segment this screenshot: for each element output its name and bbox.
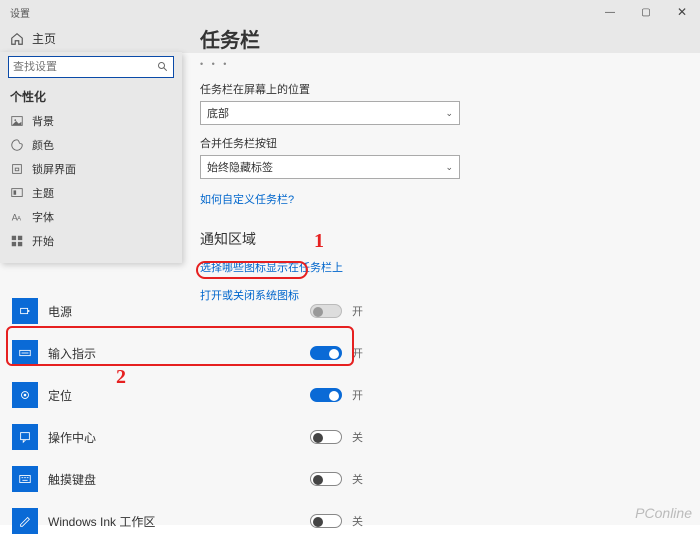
keyboard-icon [12, 340, 38, 366]
sidebar-item-fonts[interactable]: AA 字体 [8, 205, 174, 229]
close-button[interactable]: ✕ [664, 0, 700, 24]
list-item-input: 输入指示 开 [10, 332, 370, 374]
toggle-label: 输入指示 [48, 345, 300, 362]
position-select[interactable]: 底部 ⌄ [200, 101, 460, 125]
sidebar-item-label: 开始 [32, 233, 54, 249]
toggle-ink[interactable] [310, 514, 342, 528]
toggle-label: 触摸键盘 [48, 471, 300, 488]
toggle-touchkb[interactable] [310, 472, 342, 486]
toggle-state: 开 [352, 345, 368, 361]
sidebar-category: 个性化 [10, 88, 174, 105]
toggle-label: Windows Ink 工作区 [48, 513, 300, 530]
toggle-state: 关 [352, 429, 368, 445]
start-icon [10, 234, 24, 248]
titlebar: 设置 — ▢ ✕ [0, 0, 700, 24]
chevron-down-icon: ⌄ [445, 108, 453, 119]
svg-text:A: A [17, 216, 22, 223]
location-icon [12, 382, 38, 408]
position-value: 底部 [207, 105, 229, 121]
maximize-button[interactable]: ▢ [628, 0, 664, 24]
chevron-down-icon: ⌄ [445, 162, 453, 173]
sidebar-item-label: 锁屏界面 [32, 161, 76, 177]
window-title: 设置 [10, 5, 30, 20]
customize-link[interactable]: 如何自定义任务栏? [200, 191, 680, 207]
sidebar-item-start[interactable]: 开始 [8, 229, 174, 253]
select-icons-link[interactable]: 选择哪些图标显示在任务栏上 [200, 259, 680, 275]
combine-label: 合并任务栏按钮 [200, 135, 680, 151]
sidebar-item-label: 字体 [32, 209, 54, 225]
toggle-power [310, 304, 342, 318]
combine-select[interactable]: 始终隐藏标签 ⌄ [200, 155, 460, 179]
touch-keyboard-icon [12, 466, 38, 492]
sidebar-item-label: 背景 [32, 113, 54, 129]
system-icons-list: 电源 开 输入指示 开 定位 开 操作中心 关 触摸键盘 关 [10, 290, 370, 542]
image-icon [10, 114, 24, 128]
watermark: PConline [635, 505, 692, 521]
list-item-touchkb: 触摸键盘 关 [10, 458, 370, 500]
toggle-label: 操作中心 [48, 429, 300, 446]
sidebar-item-lockscreen[interactable]: 锁屏界面 [8, 157, 174, 181]
sidebar-item-label: 颜色 [32, 137, 54, 153]
list-item-location: 定位 开 [10, 374, 370, 416]
toggle-action[interactable] [310, 430, 342, 444]
power-icon [12, 298, 38, 324]
home-label: 主页 [32, 30, 56, 47]
toggle-state: 关 [352, 513, 368, 529]
lock-icon [10, 162, 24, 176]
toggle-label: 电源 [48, 303, 300, 320]
toggle-state: 关 [352, 471, 368, 487]
sidebar-item-background[interactable]: 背景 [8, 109, 174, 133]
sidebar: 个性化 背景 颜色 锁屏界面 主题 AA 字体 开始 [0, 52, 182, 263]
search-input[interactable] [13, 61, 157, 73]
sidebar-item-label: 主题 [32, 185, 54, 201]
toggle-state: 开 [352, 387, 368, 403]
notification-header: 通知区域 [200, 229, 680, 249]
list-item-power: 电源 开 [10, 290, 370, 332]
toggle-label: 定位 [48, 387, 300, 404]
palette-icon [10, 138, 24, 152]
content-area: 任务栏 • • • 任务栏在屏幕上的位置 底部 ⌄ 合并任务栏按钮 始终隐藏标签… [200, 24, 700, 303]
toggle-location[interactable] [310, 388, 342, 402]
sidebar-item-colors[interactable]: 颜色 [8, 133, 174, 157]
theme-icon [10, 186, 24, 200]
dots: • • • [200, 59, 680, 69]
toggle-input[interactable] [310, 346, 342, 360]
position-label: 任务栏在屏幕上的位置 [200, 81, 680, 97]
minimize-button[interactable]: — [592, 0, 628, 24]
combine-value: 始终隐藏标签 [207, 159, 273, 175]
toggle-state: 开 [352, 303, 368, 319]
action-center-icon [12, 424, 38, 450]
ink-icon [12, 508, 38, 534]
page-title: 任务栏 [200, 24, 680, 53]
settings-window: 设置 — ▢ ✕ 主页 个性化 背景 颜色 锁屏界面 [0, 0, 700, 525]
search-icon [157, 61, 169, 73]
list-item-ink: Windows Ink 工作区 关 [10, 500, 370, 542]
search-box[interactable] [8, 56, 174, 78]
list-item-action: 操作中心 关 [10, 416, 370, 458]
home-icon [10, 32, 24, 46]
sidebar-item-themes[interactable]: 主题 [8, 181, 174, 205]
font-icon: AA [10, 210, 24, 224]
